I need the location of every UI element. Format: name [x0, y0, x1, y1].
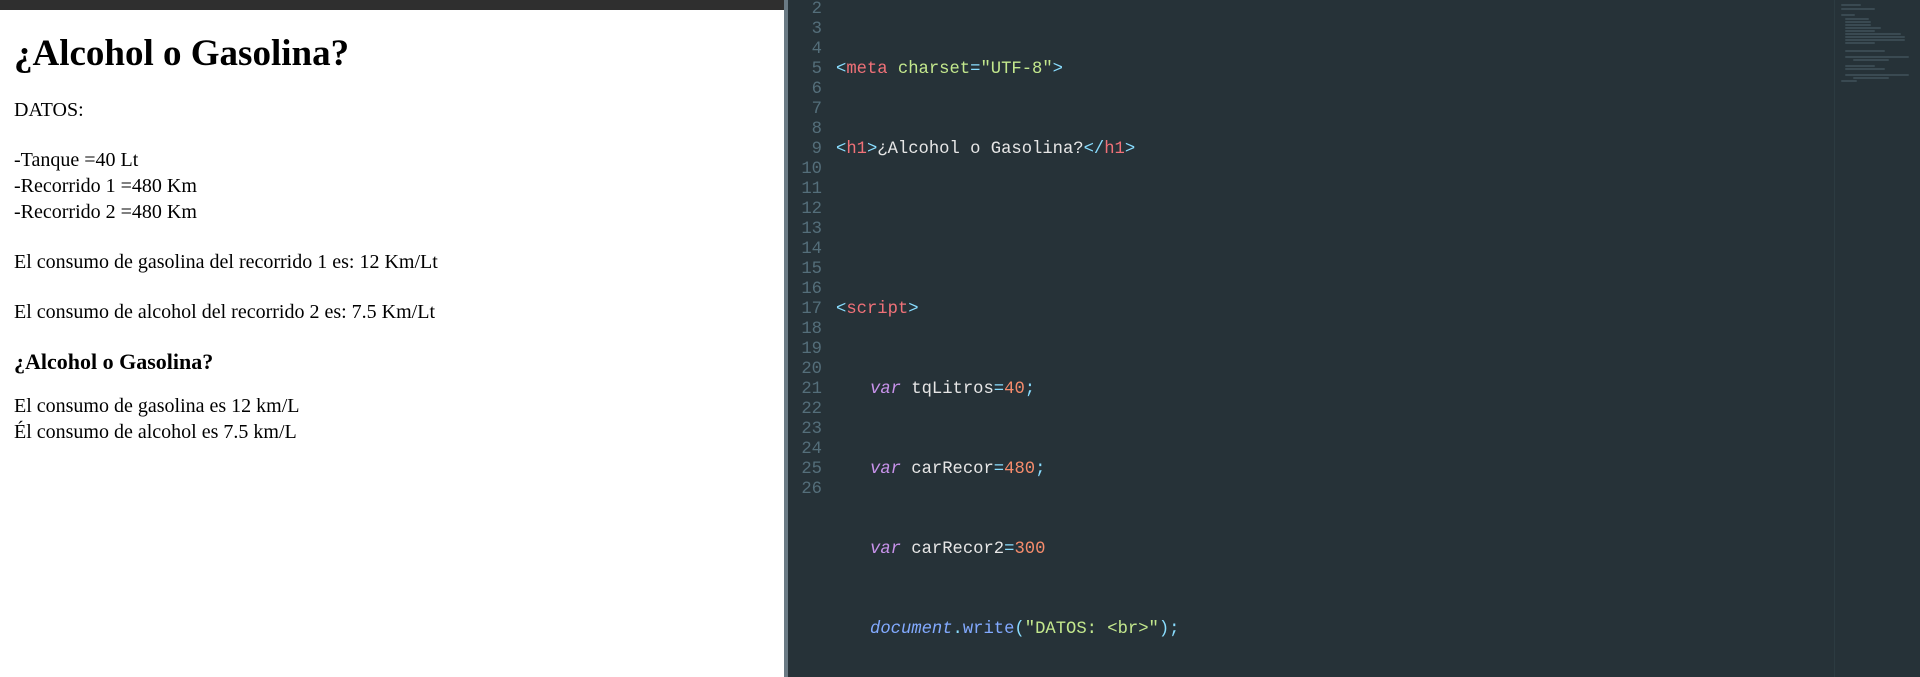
- code-line[interactable]: document.write("DATOS: <br>");: [836, 620, 1834, 640]
- code-line[interactable]: <script>: [836, 300, 1834, 320]
- gasolina-summary-line: El consumo de gasolina es 12 km/L: [14, 393, 770, 419]
- code-line[interactable]: var tqLitros=40;: [836, 380, 1834, 400]
- line-number: 2: [788, 0, 832, 20]
- code-line[interactable]: var carRecor=480;: [836, 460, 1834, 480]
- line-number: 16: [788, 280, 832, 300]
- code-line[interactable]: var carRecor2=300: [836, 540, 1834, 560]
- recorrido2-line: -Recorrido 2 =480 Km: [14, 199, 770, 225]
- tanque-line: -Tanque =40 Lt: [14, 147, 770, 173]
- line-number: 17: [788, 300, 832, 320]
- line-number: 19: [788, 340, 832, 360]
- editor-minimap[interactable]: [1834, 0, 1920, 677]
- line-number: 18: [788, 320, 832, 340]
- line-number: 13: [788, 220, 832, 240]
- line-number-gutter: 2 3 4 5 6 7 8 9 10 11 12 13 14 15 16 17 …: [788, 0, 832, 677]
- line-number: 23: [788, 420, 832, 440]
- code-line[interactable]: <meta charset="UTF-8">: [836, 60, 1834, 80]
- line-number: 12: [788, 200, 832, 220]
- line-number: 6: [788, 80, 832, 100]
- line-number: 21: [788, 380, 832, 400]
- line-number: 11: [788, 180, 832, 200]
- gasolina-result-line: El consumo de gasolina del recorrido 1 e…: [14, 249, 770, 275]
- subheading: ¿Alcohol o Gasolina?: [14, 349, 770, 375]
- line-number: 25: [788, 460, 832, 480]
- alcohol-summary-line: Él consumo de alcohol es 7.5 km/L: [14, 419, 770, 445]
- line-number: 7: [788, 100, 832, 120]
- browser-chrome-strip: [0, 0, 784, 10]
- line-number: 22: [788, 400, 832, 420]
- line-number: 15: [788, 260, 832, 280]
- line-number: 3: [788, 20, 832, 40]
- code-area[interactable]: <meta charset="UTF-8"> <h1>¿Alcohol o Ga…: [832, 0, 1834, 677]
- line-number: 5: [788, 60, 832, 80]
- recorrido1-line: -Recorrido 1 =480 Km: [14, 173, 770, 199]
- line-number: 24: [788, 440, 832, 460]
- line-number: 14: [788, 240, 832, 260]
- line-number: 8: [788, 120, 832, 140]
- line-number: 20: [788, 360, 832, 380]
- page-content: ¿Alcohol o Gasolina? DATOS: -Tanque =40 …: [0, 10, 784, 459]
- page-title: ¿Alcohol o Gasolina?: [14, 32, 770, 75]
- alcohol-result-line: El consumo de alcohol del recorrido 2 es…: [14, 299, 770, 325]
- app-root: ¿Alcohol o Gasolina? DATOS: -Tanque =40 …: [0, 0, 1920, 677]
- browser-preview-pane: ¿Alcohol o Gasolina? DATOS: -Tanque =40 …: [0, 0, 788, 677]
- line-number: 4: [788, 40, 832, 60]
- code-line[interactable]: [836, 220, 1834, 240]
- code-line[interactable]: <h1>¿Alcohol o Gasolina?</h1>: [836, 140, 1834, 160]
- datos-label: DATOS:: [14, 97, 770, 123]
- line-number: 10: [788, 160, 832, 180]
- line-number: 9: [788, 140, 832, 160]
- code-editor-pane[interactable]: 2 3 4 5 6 7 8 9 10 11 12 13 14 15 16 17 …: [788, 0, 1920, 677]
- line-number: 26: [788, 480, 832, 500]
